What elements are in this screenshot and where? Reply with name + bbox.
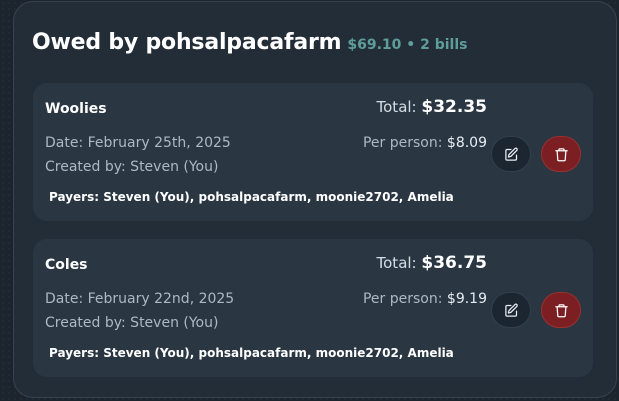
bill-created-by: Created by: Steven (You) (45, 315, 219, 331)
edit-button[interactable] (491, 292, 531, 328)
bill-card-woolies: Woolies Total: $32.35 Date: February 25t… (33, 83, 593, 221)
payers-list: Payers: Steven (You), pohsalpacafarm, mo… (49, 346, 454, 360)
bill-name: Woolies (45, 101, 107, 117)
delete-button[interactable] (541, 292, 581, 328)
edit-button[interactable] (491, 136, 531, 172)
bill-total: Total: $32.35 (377, 97, 487, 117)
bill-created-by: Created by: Steven (You) (45, 159, 219, 175)
per-person-label: Per person: (362, 291, 443, 307)
edit-icon (504, 303, 518, 317)
bill-name: Coles (45, 257, 88, 273)
page-title: Owed by pohsalpacafarm (32, 30, 342, 55)
bill-date: Date: February 25th, 2025 (45, 135, 231, 151)
trash-icon (554, 147, 568, 161)
bill-date: Date: February 22nd, 2025 (45, 291, 235, 307)
payers-names: Steven (You), pohsalpacafarm, moonie2702… (103, 346, 454, 360)
per-person-label: Per person: (362, 135, 443, 151)
total-value: $32.35 (421, 97, 487, 117)
per-person-value: $8.09 (446, 135, 487, 151)
bill-card-coles: Coles Total: $36.75 Date: February 22nd,… (33, 239, 593, 377)
per-person: Per person: $9.19 (363, 291, 487, 307)
trash-icon (554, 303, 568, 317)
total-label: Total: (376, 98, 417, 116)
per-person: Per person: $8.09 (363, 135, 487, 151)
owed-panel: Owed by pohsalpacafarm $69.10 • 2 bills … (13, 1, 617, 398)
per-person-value: $9.19 (446, 291, 487, 307)
total-label: Total: (376, 254, 417, 272)
panel-header: Owed by pohsalpacafarm $69.10 • 2 bills (32, 30, 467, 55)
total-value: $36.75 (421, 253, 487, 273)
bill-total: Total: $36.75 (377, 253, 487, 273)
payers-label: Payers: (49, 346, 100, 360)
payers-list: Payers: Steven (You), pohsalpacafarm, mo… (49, 190, 454, 204)
payers-names: Steven (You), pohsalpacafarm, moonie2702… (103, 190, 454, 204)
payers-label: Payers: (49, 190, 100, 204)
edit-icon (504, 147, 518, 161)
owed-summary: $69.10 • 2 bills (347, 37, 468, 53)
delete-button[interactable] (541, 136, 581, 172)
